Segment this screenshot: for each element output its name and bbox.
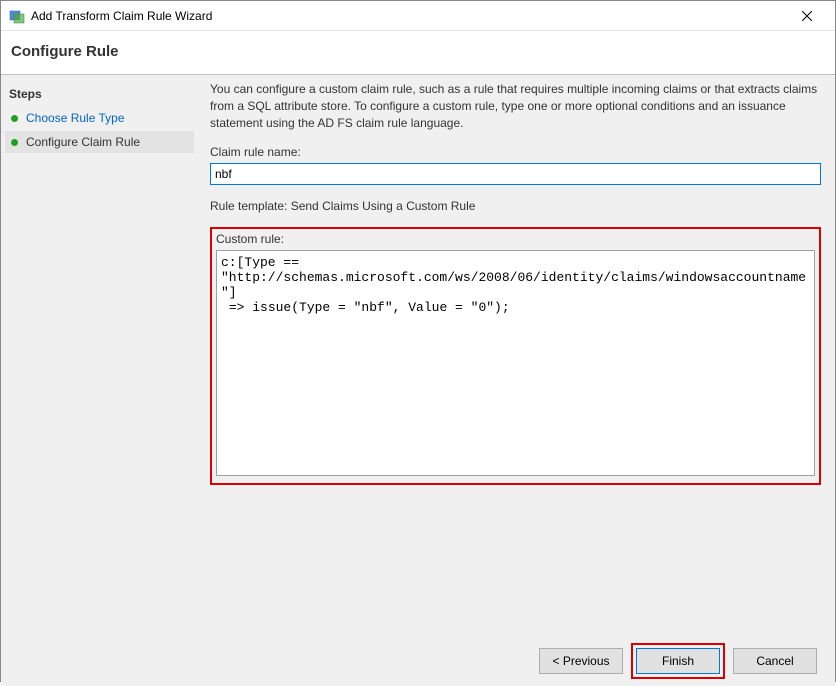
close-icon[interactable] xyxy=(787,1,827,30)
app-icon xyxy=(9,8,25,24)
steps-heading: Steps xyxy=(5,83,194,107)
step-dot-icon xyxy=(11,115,18,122)
finish-highlight: Finish xyxy=(631,643,725,679)
custom-rule-textarea[interactable] xyxy=(216,250,815,476)
previous-button[interactable]: < Previous xyxy=(539,648,623,674)
finish-button[interactable]: Finish xyxy=(636,648,720,674)
main-panel: You can configure a custom claim rule, s… xyxy=(196,75,835,636)
content-area: Steps Choose Rule Type Configure Claim R… xyxy=(1,75,835,636)
custom-rule-label: Custom rule: xyxy=(216,232,815,246)
sidebar-item-choose-rule-type[interactable]: Choose Rule Type xyxy=(5,107,194,129)
button-bar: < Previous Finish Cancel xyxy=(1,636,835,686)
custom-rule-highlight: Custom rule: xyxy=(210,227,821,485)
wizard-header: Configure Rule xyxy=(1,31,835,75)
sidebar-item-label: Choose Rule Type xyxy=(26,111,125,125)
rule-template-text: Rule template: Send Claims Using a Custo… xyxy=(210,199,821,213)
intro-description: You can configure a custom claim rule, s… xyxy=(210,81,821,131)
window-title: Add Transform Claim Rule Wizard xyxy=(31,9,787,23)
cancel-button[interactable]: Cancel xyxy=(733,648,817,674)
steps-sidebar: Steps Choose Rule Type Configure Claim R… xyxy=(1,75,196,636)
page-title: Configure Rule xyxy=(11,43,825,60)
claim-rule-name-input[interactable] xyxy=(210,163,821,185)
claim-rule-name-label: Claim rule name: xyxy=(210,145,821,159)
title-bar: Add Transform Claim Rule Wizard xyxy=(1,1,835,31)
step-dot-icon xyxy=(11,139,18,146)
sidebar-item-configure-claim-rule[interactable]: Configure Claim Rule xyxy=(5,131,194,153)
sidebar-item-label: Configure Claim Rule xyxy=(26,135,140,149)
